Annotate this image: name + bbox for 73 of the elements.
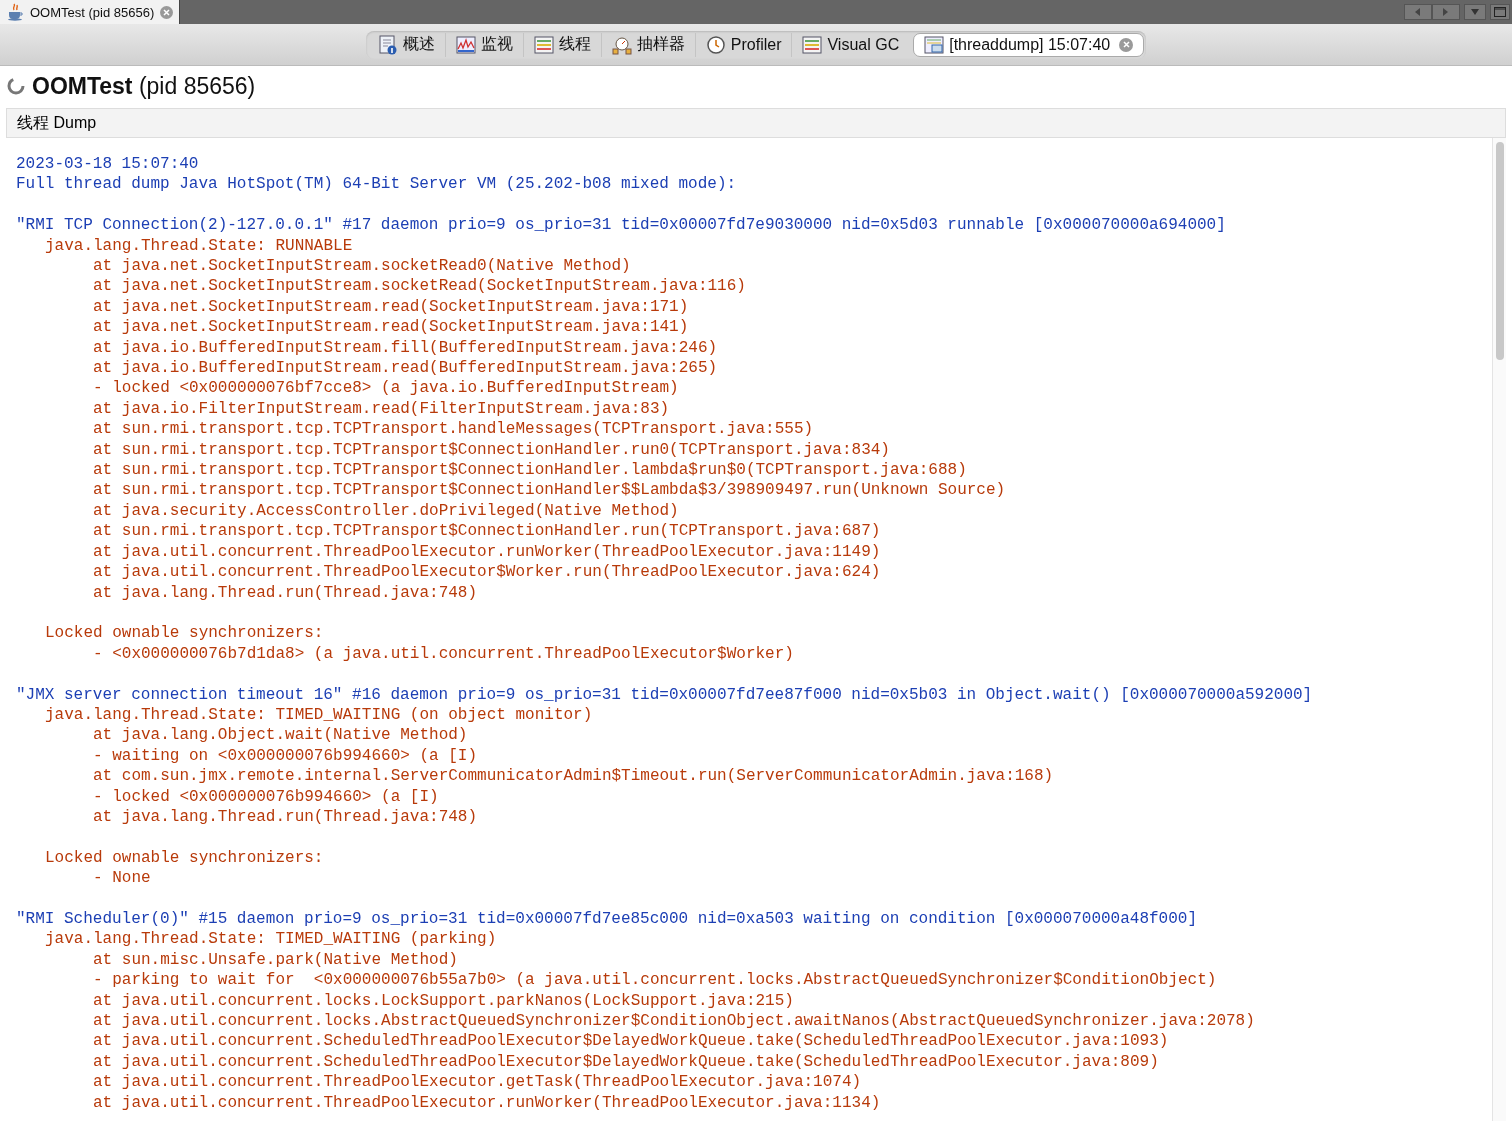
- document-info-icon: [377, 34, 398, 55]
- stack-line: Locked ownable synchronizers:: [45, 623, 324, 644]
- stack-line: - parking to wait for <0x000000076b55a7b0> (a java.util.concurrent.locks.AbstractQueuedSynchronizer$ConditionObject): [93, 970, 1217, 991]
- stack-line: at java.io.BufferedInputStream.read(BufferedInputStream.java:265): [93, 358, 718, 379]
- stack-line: at java.lang.Object.wait(Native Method): [93, 725, 468, 746]
- stack-line: at java.security.AccessController.doPrivileged(Native Method): [93, 500, 679, 522]
- stack-line: at com.sun.jmx.remote.internal.ServerCommunicatorAdmin$Timeout.run(ServerCommunicatorAdmin.java:168): [93, 766, 1054, 787]
- stack-line: at java.util.concurrent.locks.AbstractQueuedSynchronizer$ConditionObject.awaitNanos(AbstractQueuedSynchronizer.java:2078): [93, 1011, 1255, 1032]
- window-icon: [1494, 7, 1506, 17]
- stack-line: at sun.rmi.transport.tcp.TCPTransport$ConnectionHandler$$Lambda$3/398909497.run(Unknown Source): [93, 480, 1006, 501]
- page-title: OOMTest (pid 85656): [32, 72, 256, 100]
- dump-header-line: "RMI TCP Connection(2)-127.0.0.1" #17 daemon prio=9 os_prio=31 tid=0x00007fd7e9030000 nid=0x5d03 runnable [0x000070000a694000]: [16, 215, 1226, 236]
- stack-line: - locked <0x000000076bf7cce8> (a java.io.BufferedInputStream): [93, 378, 679, 399]
- dropdown-button[interactable]: [1464, 4, 1486, 20]
- maximize-button[interactable]: [1490, 4, 1510, 20]
- close-icon[interactable]: [1119, 37, 1134, 52]
- stack-line: at java.util.concurrent.ThreadPoolExecutor.runWorker(ThreadPoolExecutor.java:1149): [93, 541, 881, 563]
- dump-header-line: Full thread dump Java HotSpot(TM) 64-Bit Server VM (25.202-b08 mixed mode):: [16, 174, 737, 195]
- stack-line: at sun.rmi.transport.tcp.TCPTransport.handleMessages(TCPTransport.java:555): [93, 419, 814, 440]
- stack-line: at sun.rmi.transport.tcp.TCPTransport$ConnectionHandler.run(TCPTransport.java:687): [93, 521, 881, 542]
- stack-line: at java.net.SocketInputStream.read(SocketInputStream.java:141): [93, 317, 689, 338]
- gauge-icon: [611, 34, 632, 55]
- scrollbar[interactable]: [1492, 138, 1506, 1121]
- view-tab[interactable]: 抽样器: [600, 32, 695, 57]
- bars-icon: [533, 34, 554, 55]
- stack-line: at sun.rmi.transport.tcp.TCPTransport$ConnectionHandler.run0(TCPTransport.java:834): [93, 439, 890, 461]
- stack-line: - <0x000000076b7d1da8> (a java.util.concurrent.ThreadPoolExecutor$Worker): [93, 643, 794, 665]
- stack-line: Locked ownable synchronizers:: [45, 847, 324, 869]
- scroll-right-button[interactable]: [1432, 4, 1460, 20]
- view-tab[interactable]: Profiler: [694, 32, 792, 57]
- stack-line: at java.util.concurrent.ThreadPoolExecutor.getTask(ThreadPoolExecutor.java:1074): [93, 1072, 862, 1093]
- stack-line: - waiting on <0x000000076b994660> (a [I): [93, 745, 478, 767]
- bars-icon: [802, 34, 823, 55]
- view-tab[interactable]: [threaddump] 15:07:40: [913, 32, 1145, 57]
- stack-line: at sun.rmi.transport.tcp.TCPTransport$ConnectionHandler.lambda$run$0(TCPTransport.java:688): [93, 460, 967, 481]
- stack-line: - None: [93, 868, 151, 889]
- stack-line: java.lang.Thread.State: RUNNABLE: [45, 235, 353, 256]
- stack-line: at java.net.SocketInputStream.socketRead0(Native Method): [93, 256, 631, 277]
- view-tab[interactable]: 概述: [367, 32, 445, 57]
- stack-line: at java.io.FilterInputStream.read(FilterInputStream.java:83): [93, 398, 670, 420]
- window-tab[interactable]: OOMTest (pid 85656): [0, 0, 181, 24]
- view-tab[interactable]: 线程: [522, 32, 601, 57]
- close-icon[interactable]: [160, 5, 174, 19]
- stack-line: at java.lang.Thread.run(Thread.java:748): [93, 806, 478, 828]
- stack-line: java.lang.Thread.State: TIMED_WAITING (on object monitor): [45, 704, 593, 726]
- stack-line: at java.net.SocketInputStream.socketRead(SocketInputStream.java:116): [93, 276, 746, 297]
- tab-title: OOMTest (pid 85656): [30, 4, 155, 20]
- right-arrow-icon: [1443, 8, 1449, 16]
- stack-line: - locked <0x000000076b994660> (a [I): [93, 786, 439, 807]
- coffee-cup-icon: [6, 3, 24, 21]
- window-list-icon: [924, 34, 945, 55]
- stack-line: at java.util.concurrent.locks.LockSupport.parkNanos(LockSupport.java:215): [93, 990, 794, 1011]
- dump-header-line: 2023-03-18 15:07:40: [16, 154, 199, 175]
- view-tab[interactable]: Visual GC: [791, 32, 910, 57]
- spinner-icon: [6, 76, 26, 96]
- view-tab[interactable]: 监视: [444, 32, 523, 57]
- section-title: 线程 Dump: [17, 112, 97, 133]
- scroll-left-button[interactable]: [1404, 4, 1432, 20]
- stack-line: java.lang.Thread.State: TIMED_WAITING (parking): [45, 929, 497, 950]
- clock-icon: [705, 34, 726, 55]
- stack-line: at java.util.concurrent.ThreadPoolExecutor$Worker.run(ThreadPoolExecutor.java:624): [93, 562, 881, 583]
- chart-icon: [455, 34, 476, 55]
- left-arrow-icon: [1415, 8, 1421, 16]
- stack-line: at sun.misc.Unsafe.park(Native Method): [93, 949, 458, 971]
- stack-line: at java.lang.Thread.run(Thread.java:748): [93, 582, 478, 603]
- stack-line: at java.io.BufferedInputStream.fill(BufferedInputStream.java:246): [93, 337, 718, 359]
- stack-line: at java.net.SocketInputStream.read(SocketInputStream.java:171): [93, 296, 689, 318]
- caret-icon: [1471, 9, 1479, 15]
- dump-header-line: "JMX server connection timeout 16" #16 daemon prio=9 os_prio=31 tid=0x00007fd7ee87f000 nid=0x5b03 in Object.wait() [0x000070000a592000]: [16, 684, 1313, 705]
- stack-line: at java.util.concurrent.ScheduledThreadPoolExecutor$DelayedWorkQueue.take(ScheduledThreadPoolExecutor.java:1093): [93, 1031, 1169, 1052]
- dump-header-line: "RMI Scheduler(0)" #15 daemon prio=9 os_prio=31 tid=0x00007fd7ee85c000 nid=0xa503 waiting on condition [0x000070000a48f000]: [16, 908, 1197, 930]
- stack-line: at java.util.concurrent.ThreadPoolExecutor.runWorker(ThreadPoolExecutor.java:1134): [93, 1092, 881, 1113]
- stack-line: at java.util.concurrent.ScheduledThreadPoolExecutor$DelayedWorkQueue.take(ScheduledThreadPoolExecutor.java:809): [93, 1051, 1159, 1073]
